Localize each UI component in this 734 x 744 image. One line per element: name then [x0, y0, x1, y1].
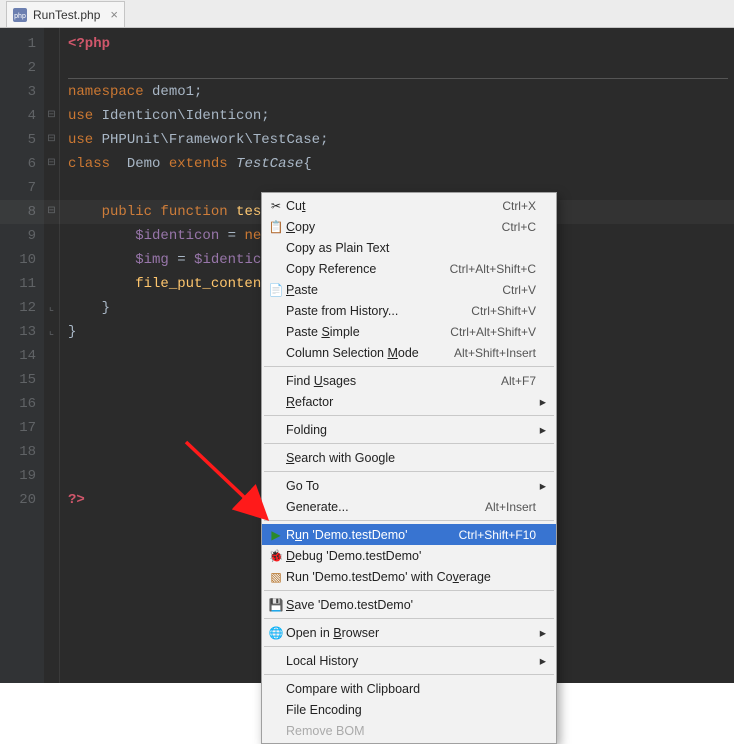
menu-item[interactable]: Refactor ▸ [262, 391, 556, 412]
menu-item-label: Cut [286, 199, 492, 213]
▶-icon: ▶ [266, 528, 286, 542]
submenu-arrow-icon: ▸ [536, 625, 546, 640]
menu-item[interactable]: 💾Save 'Demo.testDemo' [262, 594, 556, 615]
menu-item[interactable]: Copy as Plain Text [262, 237, 556, 258]
submenu-arrow-icon: ▸ [536, 653, 546, 668]
code-line [68, 56, 734, 80]
menu-item[interactable]: 📋Copy Ctrl+C [262, 216, 556, 237]
menu-separator [264, 366, 554, 367]
menu-item[interactable]: Compare with Clipboard [262, 678, 556, 699]
menu-item-shortcut: Alt+Insert [485, 500, 536, 514]
menu-item-label: Open in Browser [286, 626, 526, 640]
menu-item-label: Run 'Demo.testDemo' with Coverage [286, 570, 526, 584]
🐞-icon: 🐞 [266, 549, 286, 563]
code-line: namespace demo1; [68, 80, 734, 104]
menu-item-label: Column Selection Mode [286, 346, 444, 360]
menu-item[interactable]: 🐞Debug 'Demo.testDemo' [262, 545, 556, 566]
✂-icon: ✂ [266, 199, 286, 213]
▧-icon: ▧ [266, 570, 286, 584]
file-tab-runtest[interactable]: php RunTest.php × [6, 1, 125, 27]
menu-item[interactable]: Generate... Alt+Insert [262, 496, 556, 517]
menu-item-label: Paste Simple [286, 325, 440, 339]
menu-item-label: Debug 'Demo.testDemo' [286, 549, 526, 563]
menu-item-label: Paste [286, 283, 492, 297]
menu-item[interactable]: File Encoding [262, 699, 556, 720]
menu-item[interactable]: ▧Run 'Demo.testDemo' with Coverage [262, 566, 556, 587]
menu-item[interactable]: Copy Reference Ctrl+Alt+Shift+C [262, 258, 556, 279]
menu-item-shortcut: Ctrl+C [502, 220, 536, 234]
🌐-icon: 🌐 [266, 626, 286, 640]
menu-item[interactable]: Paste from History... Ctrl+Shift+V [262, 300, 556, 321]
code-line: use PHPUnit\Framework\TestCase; [68, 128, 734, 152]
context-menu: ✂Cut Ctrl+X 📋Copy Ctrl+C Copy as Plain Text C… [261, 192, 557, 744]
submenu-arrow-icon: ▸ [536, 422, 546, 437]
menu-item-label: Copy Reference [286, 262, 440, 276]
📄-icon: 📄 [266, 283, 286, 297]
close-tab-icon[interactable]: × [110, 7, 118, 22]
menu-separator [264, 590, 554, 591]
menu-item-label: Folding [286, 423, 526, 437]
menu-item-label: Copy [286, 220, 492, 234]
menu-item-label: Find Usages [286, 374, 491, 388]
fold-gutter [44, 28, 60, 683]
menu-item-label: Paste from History... [286, 304, 461, 318]
menu-item-label: Generate... [286, 500, 475, 514]
submenu-arrow-icon: ▸ [536, 394, 546, 409]
💾-icon: 💾 [266, 598, 286, 612]
menu-separator [264, 520, 554, 521]
menu-separator [264, 618, 554, 619]
📋-icon: 📋 [266, 220, 286, 234]
menu-item[interactable]: Go To ▸ [262, 475, 556, 496]
menu-item-shortcut: Ctrl+V [502, 283, 536, 297]
code-line: use Identicon\Identicon; [68, 104, 734, 128]
line-number-gutter: 123 456 789 101112 131415 161718 1920 [0, 28, 44, 683]
menu-item-shortcut: Ctrl+X [502, 199, 536, 213]
submenu-arrow-icon: ▸ [536, 478, 546, 493]
menu-item[interactable]: Local History ▸ [262, 650, 556, 671]
menu-separator [264, 443, 554, 444]
menu-item-label: Run 'Demo.testDemo' [286, 528, 449, 542]
menu-item-label: File Encoding [286, 703, 526, 717]
menu-item-label: Save 'Demo.testDemo' [286, 598, 526, 612]
menu-separator [264, 646, 554, 647]
menu-item-shortcut: Ctrl+Alt+Shift+V [450, 325, 536, 339]
menu-item[interactable]: 🌐Open in Browser ▸ [262, 622, 556, 643]
menu-item-shortcut: Ctrl+Shift+V [471, 304, 536, 318]
menu-separator [264, 415, 554, 416]
menu-item-shortcut: Alt+Shift+Insert [454, 346, 536, 360]
menu-item-shortcut: Ctrl+Shift+F10 [459, 528, 536, 542]
tab-bar: php RunTest.php × [0, 0, 734, 28]
code-line: <?php [68, 32, 734, 56]
svg-text:php: php [14, 13, 26, 20]
menu-item-label: Compare with Clipboard [286, 682, 526, 696]
tab-label: RunTest.php [33, 8, 100, 22]
menu-item-label: Copy as Plain Text [286, 241, 526, 255]
menu-item[interactable]: Folding ▸ [262, 419, 556, 440]
menu-item[interactable]: Search with Google [262, 447, 556, 468]
menu-item: Remove BOM [262, 720, 556, 741]
menu-item[interactable]: Column Selection Mode Alt+Shift+Insert [262, 342, 556, 363]
menu-item-shortcut: Alt+F7 [501, 374, 536, 388]
menu-item-label: Refactor [286, 395, 526, 409]
menu-item[interactable]: ✂Cut Ctrl+X [262, 195, 556, 216]
menu-item-shortcut: Ctrl+Alt+Shift+C [450, 262, 536, 276]
menu-item-label: Go To [286, 479, 526, 493]
menu-separator [264, 471, 554, 472]
menu-item[interactable]: ▶Run 'Demo.testDemo' Ctrl+Shift+F10 [262, 524, 556, 545]
menu-separator [264, 674, 554, 675]
menu-item-label: Local History [286, 654, 526, 668]
menu-item[interactable]: Paste Simple Ctrl+Alt+Shift+V [262, 321, 556, 342]
php-file-icon: php [13, 8, 27, 22]
menu-item[interactable]: 📄Paste Ctrl+V [262, 279, 556, 300]
menu-item[interactable]: Find Usages Alt+F7 [262, 370, 556, 391]
code-line: class Demo extends TestCase{ [68, 152, 734, 176]
menu-item-label: Search with Google [286, 451, 526, 465]
menu-item-label: Remove BOM [286, 724, 526, 738]
